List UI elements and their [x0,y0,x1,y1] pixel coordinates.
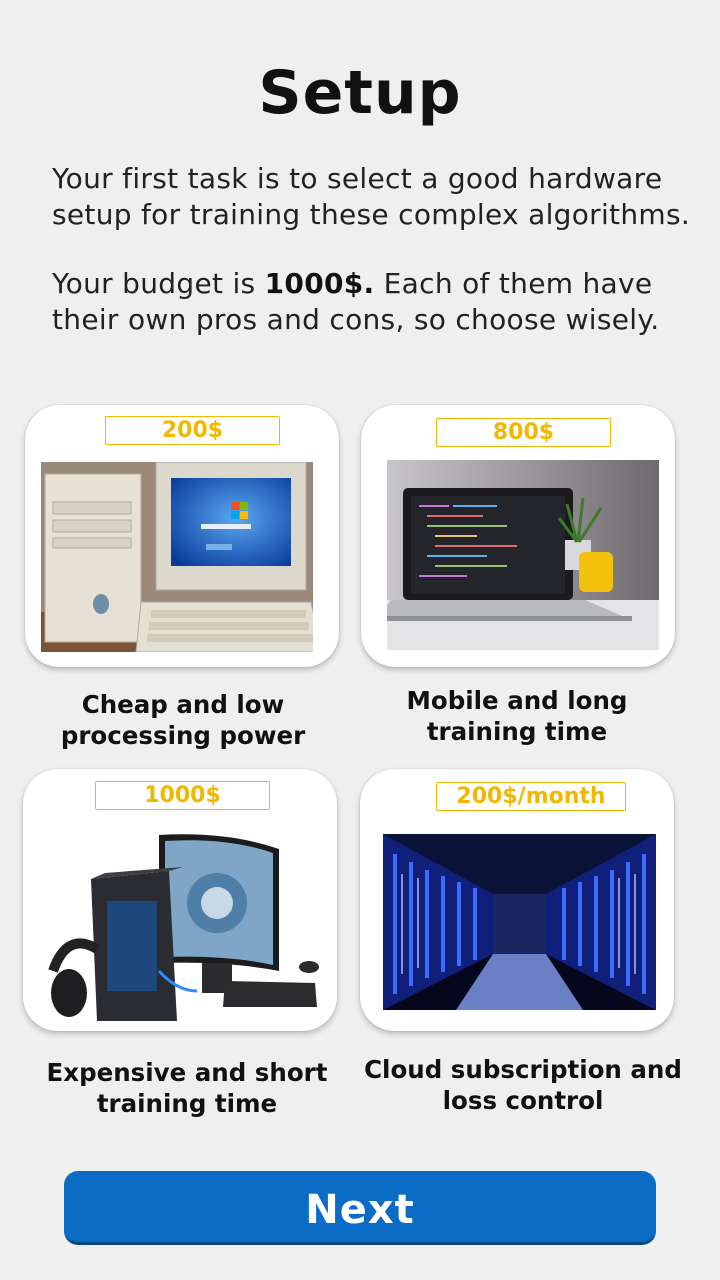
intro-paragraph: Your first task is to select a good hard… [52,162,691,231]
budget-amount: 1000$. [264,267,375,300]
option-card-laptop[interactable]: 800$ [361,405,675,667]
gaming-pc-image [47,831,327,1021]
option-card-gaming[interactable]: 1000$ [23,769,337,1031]
price-tag: 200$ [105,416,280,445]
option-caption-cloud: Cloud subscription and loss control [364,1055,682,1115]
option-caption-laptop: Mobile and long training time [406,686,628,746]
price-tag: 200$/month [436,782,626,811]
option-caption-gaming: Expensive and short training time [46,1058,328,1118]
page-title: Setup [258,58,462,128]
price-tag: 800$ [436,418,611,447]
budget-prefix: Your budget is [52,267,265,300]
next-button[interactable]: Next [64,1171,656,1245]
old-desktop-image [41,462,313,652]
option-card-cloud[interactable]: 200$/month [360,769,674,1031]
laptop-image [387,460,659,650]
data-center-image [383,834,656,1010]
budget-paragraph: Your budget is 1000$. Each of them have … [52,266,692,337]
price-tag: 1000$ [95,781,270,810]
option-caption-cheap: Cheap and low processing power [60,690,306,750]
intro-text: Your first task is to select a good hard… [52,161,692,371]
option-card-cheap[interactable]: 200$ [25,405,339,667]
